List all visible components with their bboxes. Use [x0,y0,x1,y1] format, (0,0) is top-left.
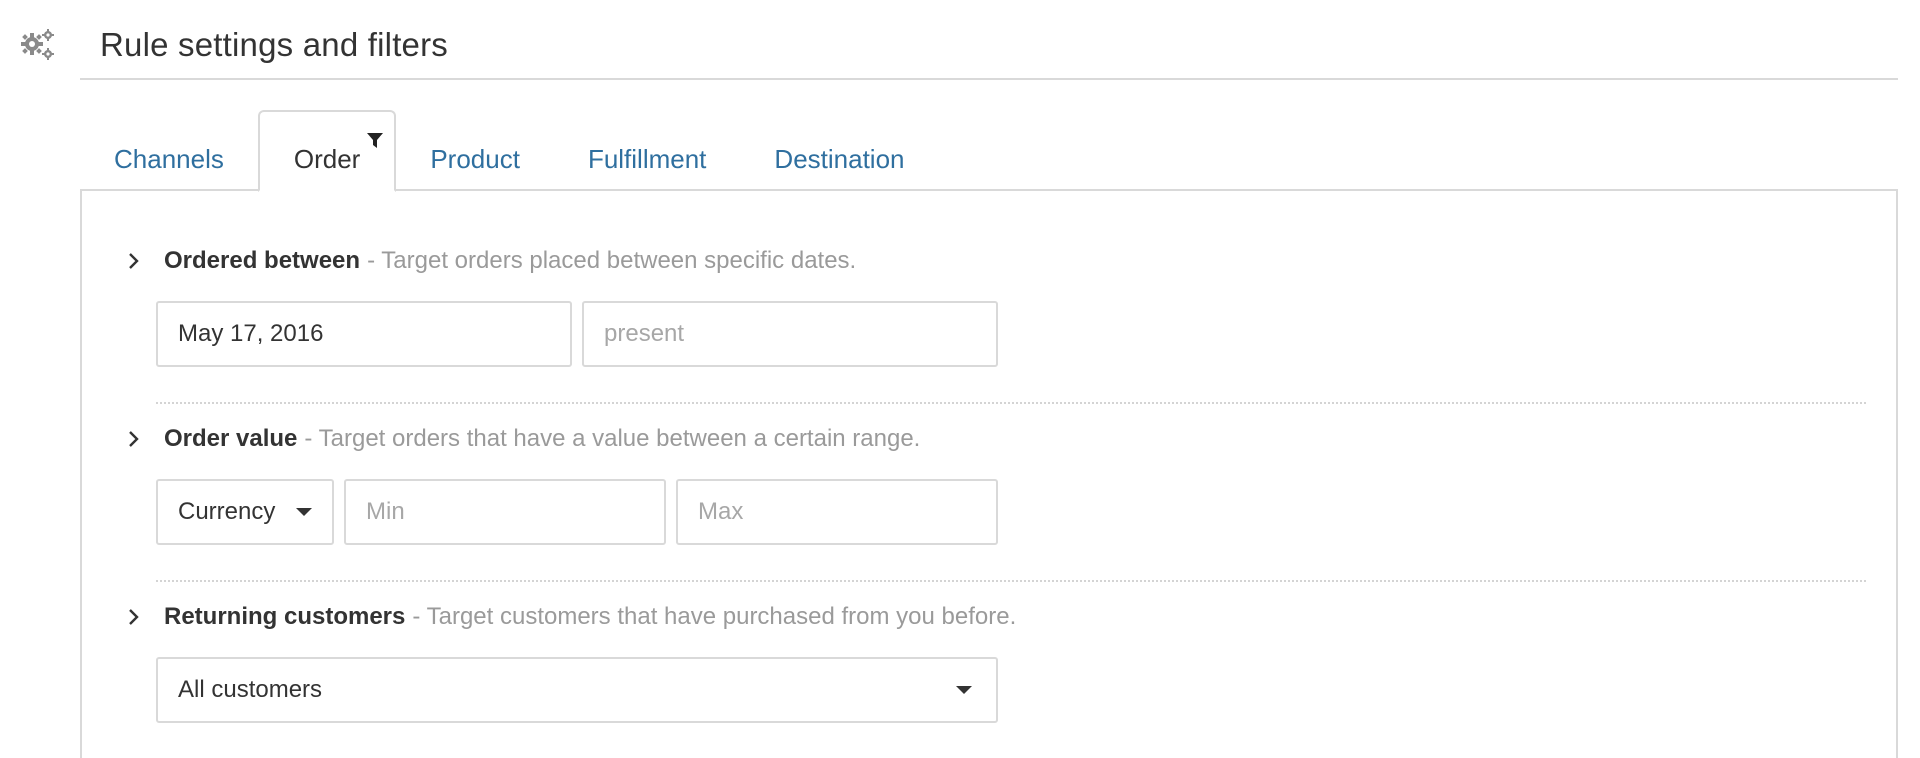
returning-customers-section: Returning customers - Target customers t… [126,597,1866,723]
section-description: - Target orders that have a value betwee… [304,425,921,452]
tab-channels[interactable]: Channels [80,112,258,190]
rule-settings-page: Rule settings and filters Channels Order… [0,0,1920,758]
chevron-right-icon [126,246,156,276]
end-date-input[interactable]: present [582,301,998,367]
returning-customers-fields: All customers [156,657,998,723]
currency-select[interactable]: Currency [156,479,334,545]
tab-label: Fulfillment [587,143,707,174]
section-title: Order value [164,425,298,452]
tab-label: Destination [774,143,905,174]
order-value-fields: Currency Min Max [156,479,998,545]
page-title: Rule settings and filters [100,26,449,63]
chevron-right-icon [126,424,156,454]
tab-bar: Channels Order Product Fulfillment Desti… [80,110,939,192]
section-title: Returning customers [164,603,406,630]
caret-down-icon [296,508,312,516]
section-description: - Target customers that have purchased f… [412,603,1017,630]
tab-fulfillment[interactable]: Fulfillment [554,112,740,190]
order-tab-panel: Ordered between - Target orders placed b… [80,189,1898,758]
customer-type-select[interactable]: All customers [156,657,998,723]
chevron-right-icon [126,602,156,632]
start-date-input[interactable]: May 17, 2016 [156,301,572,367]
gears-icon [20,25,60,65]
section-title: Ordered between [164,247,361,274]
caret-down-icon [956,686,972,694]
section-description: - Target orders placed between specific … [367,247,857,274]
header-divider [80,78,1898,80]
currency-select-label: Currency [178,498,276,525]
max-value-input[interactable]: Max [676,479,998,545]
order-value-section: Order value - Target orders that have a … [126,419,1866,545]
section-header: Rule settings and filters [20,20,448,70]
tab-label: Channels [114,143,224,174]
ordered-between-section: Ordered between - Target orders placed b… [126,241,1866,367]
customer-type-select-label: All customers [178,676,323,703]
order-value-toggle[interactable]: Order value - Target orders that have a … [126,419,1866,459]
min-value-input[interactable]: Min [344,479,666,545]
tab-destination[interactable]: Destination [740,112,938,190]
ordered-between-toggle[interactable]: Ordered between - Target orders placed b… [126,241,1866,281]
tab-order[interactable]: Order [257,110,397,192]
tab-product[interactable]: Product [396,112,554,190]
section-divider [156,402,1866,404]
tab-label: Order [293,143,361,174]
date-range-fields: May 17, 2016 present [156,301,998,367]
returning-customers-toggle[interactable]: Returning customers - Target customers t… [126,597,1866,637]
section-divider [156,580,1866,582]
tab-label: Product [430,143,520,174]
filter-icon [366,126,384,148]
